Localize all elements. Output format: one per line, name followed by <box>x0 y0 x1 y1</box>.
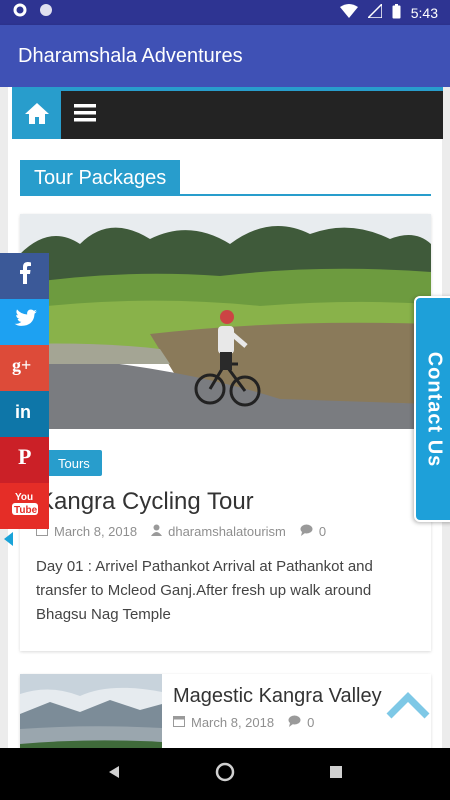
home-nav-button[interactable] <box>215 762 235 787</box>
post-comments[interactable]: 0 <box>288 715 314 730</box>
signal-icon <box>365 2 383 21</box>
contact-us-tab[interactable]: Contact Us <box>414 296 450 522</box>
post-excerpt: Day 01 : Arrivel Pathankot Arrival at Pa… <box>36 558 373 623</box>
section-title: Tour Packages <box>20 160 181 196</box>
recents-button[interactable] <box>329 765 343 784</box>
post-comments[interactable]: 0 <box>300 524 326 539</box>
back-button[interactable] <box>107 765 121 784</box>
twitter-icon <box>13 309 37 335</box>
youtube-share-button[interactable]: You Tube <box>0 483 49 529</box>
wifi-icon <box>339 4 358 21</box>
app-title: Dharamshala Adventures <box>18 44 243 67</box>
twitter-share-button[interactable] <box>0 299 49 345</box>
home-icon <box>24 101 50 130</box>
site-navbar <box>12 91 443 139</box>
post-title[interactable]: Magestic Kangra Valley <box>173 685 382 708</box>
facebook-share-button[interactable] <box>0 253 49 299</box>
home-button[interactable] <box>12 91 61 139</box>
scroll-to-top-button[interactable] <box>386 690 430 720</box>
social-bar-toggle[interactable] <box>4 532 13 546</box>
youtube-icon: You Tube <box>11 489 39 523</box>
post-meta: March 8, 2018 0 <box>173 715 314 730</box>
comment-icon <box>288 715 301 730</box>
clock: 5:43 <box>410 4 438 21</box>
post-date-text: March 8, 2018 <box>191 715 275 730</box>
comment-count: 0 <box>307 715 315 730</box>
svg-text:Tube: Tube <box>14 505 38 516</box>
svg-text:g+: g+ <box>12 355 31 375</box>
comment-icon <box>300 524 313 539</box>
google-plus-icon: g+ <box>12 355 38 381</box>
post-date[interactable]: March 8, 2018 <box>36 524 137 539</box>
user-icon <box>151 524 163 539</box>
post-date[interactable]: March 8, 2018 <box>173 715 274 730</box>
app-bar: Dharamshala Adventures <box>0 25 450 87</box>
system-nav-bar <box>0 748 450 800</box>
svg-text:P: P <box>18 446 31 468</box>
post-date-text: March 8, 2018 <box>54 524 138 539</box>
category-badge[interactable]: Tours <box>46 450 102 476</box>
section-underline <box>20 194 431 196</box>
post-card: Tours Kangra Cycling Tour March 8, 2018 … <box>20 214 431 651</box>
post-thumbnail[interactable] <box>20 674 162 748</box>
linkedin-icon: in <box>15 402 35 426</box>
hamburger-icon <box>74 103 96 127</box>
sync-icon <box>38 2 54 23</box>
post-title[interactable]: Kangra Cycling Tour <box>38 488 254 516</box>
linkedin-share-button[interactable]: in <box>0 391 49 437</box>
pinterest-share-button[interactable]: P <box>0 437 49 483</box>
calendar-icon <box>173 715 185 730</box>
facebook-icon <box>19 262 31 290</box>
status-bar: 5:43 <box>0 0 450 25</box>
comment-count: 0 <box>318 524 327 539</box>
web-content[interactable]: Tour Packages Tours Kangra Cycling Tour … <box>0 87 450 748</box>
svg-text:in: in <box>15 402 31 420</box>
svg-text:You: You <box>15 492 33 503</box>
menu-button[interactable] <box>61 91 109 139</box>
pinterest-icon: P <box>17 444 33 474</box>
contact-us-label: Contact Us <box>423 351 446 467</box>
post-author-text: dharamshalatourism <box>168 524 286 539</box>
post-card: Magestic Kangra Valley March 8, 2018 0 <box>20 674 431 748</box>
post-meta: March 8, 2018 dharamshalatourism 0 <box>36 524 326 539</box>
settings-icon <box>12 2 28 23</box>
chevron-up-icon <box>386 692 430 724</box>
social-share-bar: g+ in P You Tube <box>0 253 49 529</box>
post-image[interactable] <box>20 214 431 429</box>
post-author[interactable]: dharamshalatourism <box>151 524 286 539</box>
battery-icon <box>392 3 401 22</box>
google-plus-share-button[interactable]: g+ <box>0 345 49 391</box>
